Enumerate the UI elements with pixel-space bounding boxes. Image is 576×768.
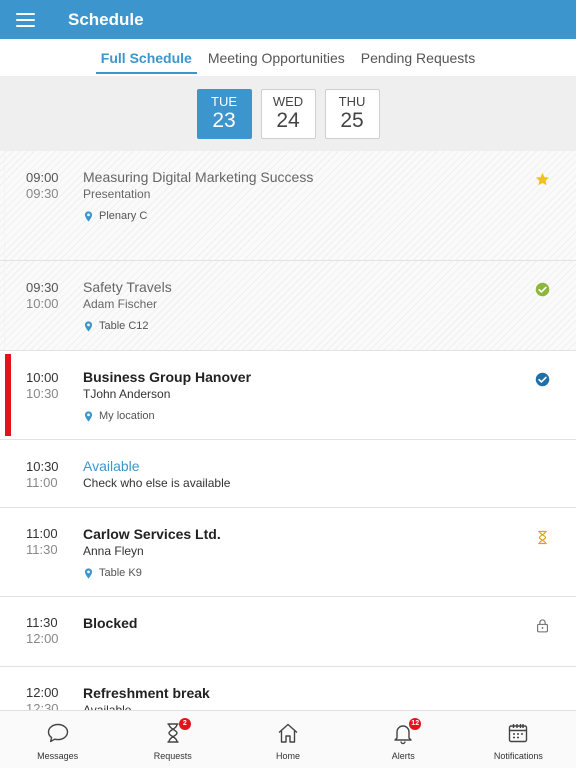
location-pin-icon: [84, 567, 93, 579]
tab-meeting-opportunities[interactable]: Meeting Opportunities: [201, 39, 352, 76]
item-title: Refreshment break: [83, 685, 210, 701]
nav-notifications[interactable]: Notifications: [461, 711, 576, 768]
time-range: 11:30 12:00: [26, 615, 66, 647]
tab-full-schedule[interactable]: Full Schedule: [94, 39, 199, 76]
app-header: Schedule: [0, 0, 576, 39]
nav-label: Home: [276, 751, 301, 761]
item-title[interactable]: Available: [83, 458, 516, 474]
item-location: My location: [83, 410, 516, 422]
location-pin-icon: [84, 320, 93, 332]
requests-badge: 2: [178, 718, 191, 730]
end-time: 10:30: [26, 386, 59, 401]
nav-label: Notifications: [493, 751, 543, 761]
schedule-item-current[interactable]: 10:00 10:30 Business Group Hanover TJohn…: [0, 351, 576, 440]
item-subtitle: Adam Fischer: [83, 297, 158, 311]
item-title: Business Group Hanover: [83, 369, 252, 385]
item-subtitle: Check who else is available: [83, 476, 231, 490]
nav-label: Requests: [153, 751, 192, 761]
hourglass-icon: [538, 530, 547, 545]
nav-requests[interactable]: 2 Requests: [115, 711, 230, 768]
time-range: 10:30 11:00: [26, 459, 66, 491]
tab-bar: Full Schedule Meeting Opportunities Pend…: [0, 39, 576, 76]
day-number: 24: [276, 108, 300, 132]
time-range: 10:00 10:30: [26, 370, 66, 402]
location-pin-icon: [84, 210, 93, 222]
item-subtitle: Anna Fleyn: [83, 544, 144, 558]
check-circle-green-icon: [535, 282, 550, 297]
item-location: Table K9: [83, 567, 516, 579]
item-subtitle: Available: [83, 703, 132, 710]
location-label: Plenary C: [99, 210, 148, 222]
day-number: 25: [340, 108, 364, 132]
end-time: 11:00: [26, 475, 58, 490]
schedule-item[interactable]: 09:00 09:30 Measuring Digital Marketing …: [0, 151, 576, 261]
start-time: 12:00: [26, 685, 59, 700]
item-subtitle: TJohn Anderson: [83, 387, 171, 401]
day-number: 23: [212, 108, 236, 132]
location-label: Table K9: [99, 567, 142, 579]
item-subtitle: Presentation: [83, 187, 151, 201]
item-title: Measuring Digital Marketing Success: [83, 169, 314, 185]
time-range: 09:30 10:00: [26, 280, 66, 312]
start-time: 09:30: [26, 280, 59, 295]
end-time: 10:00: [26, 296, 59, 311]
current-indicator: [5, 354, 11, 436]
day-name: WED: [272, 93, 304, 109]
schedule-item-blocked[interactable]: 11:30 12:00 Blocked: [0, 597, 576, 667]
start-time: 10:00: [26, 370, 59, 385]
end-time: 11:30: [26, 542, 58, 557]
start-time: 11:30: [26, 615, 58, 630]
location-label: My location: [99, 410, 155, 422]
day-name: THU: [338, 93, 366, 109]
schedule-item[interactable]: 09:30 10:00 Safety Travels Adam Fischer …: [0, 261, 576, 351]
item-location: Table C12: [83, 320, 516, 332]
day-thu[interactable]: THU 25: [324, 88, 380, 139]
schedule-item[interactable]: 12:00 12:30 Refreshment break Available: [0, 667, 576, 710]
schedule-list[interactable]: 09:00 09:30 Measuring Digital Marketing …: [0, 151, 576, 710]
home-icon: [278, 723, 298, 743]
nav-alerts[interactable]: 12 Alerts: [346, 711, 461, 768]
time-range: 11:00 11:30: [26, 526, 66, 558]
schedule-item[interactable]: 11:00 11:30 Carlow Services Ltd. Anna Fl…: [0, 508, 576, 597]
location-label: Table C12: [99, 320, 149, 332]
end-time: 12:30: [26, 701, 59, 710]
item-title: Blocked: [83, 615, 138, 631]
item-location: Plenary C: [83, 210, 466, 222]
schedule-item-available[interactable]: 10:30 11:00 Available Check who else is …: [0, 440, 576, 508]
nav-label: Messages: [37, 751, 79, 761]
item-title: Safety Travels: [83, 279, 172, 295]
nav-label: Alerts: [391, 751, 415, 761]
start-time: 10:30: [26, 459, 59, 474]
day-tue[interactable]: TUE 23: [196, 88, 252, 139]
lock-icon: [537, 619, 548, 633]
page-title: Schedule: [68, 9, 144, 29]
bottom-nav: Messages 2 Requests Home 12 Alerts Notif…: [0, 710, 576, 768]
nav-home[interactable]: Home: [230, 711, 345, 768]
time-range: 12:00 12:30: [26, 685, 66, 710]
tab-pending-requests[interactable]: Pending Requests: [354, 39, 482, 76]
item-title: Carlow Services Ltd.: [83, 526, 221, 542]
star-icon[interactable]: [535, 172, 550, 187]
alerts-badge: 12: [409, 718, 422, 730]
start-time: 11:00: [26, 526, 58, 541]
day-name: TUE: [211, 93, 237, 109]
time-range: 09:00 09:30: [26, 170, 66, 202]
location-pin-icon: [84, 410, 93, 422]
day-selector: TUE 23 WED 24 THU 25: [0, 76, 576, 151]
day-wed[interactable]: WED 24: [260, 88, 316, 139]
calendar-icon: [509, 724, 528, 743]
chat-bubble-icon: [47, 723, 68, 743]
check-circle-blue-icon: [535, 372, 550, 387]
end-time: 09:30: [26, 186, 59, 201]
nav-messages[interactable]: Messages: [0, 711, 115, 768]
menu-icon[interactable]: [16, 12, 35, 27]
start-time: 09:00: [26, 170, 59, 185]
end-time: 12:00: [26, 631, 59, 646]
